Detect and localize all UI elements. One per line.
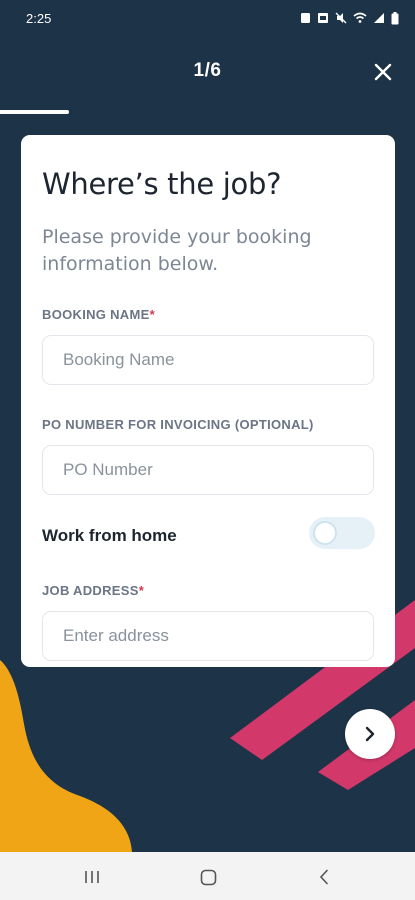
wifi-icon (353, 12, 367, 23)
signal-icon (374, 13, 384, 23)
home-icon (200, 869, 216, 885)
booking-name-input[interactable] (42, 335, 374, 385)
required-mark: * (149, 307, 155, 322)
sim-icon (301, 13, 310, 23)
progress-bar (0, 110, 415, 114)
job-address-input[interactable] (42, 611, 374, 661)
required-mark: * (138, 583, 145, 598)
battery-icon (391, 11, 399, 24)
booking-form-card: Where’s the job? Please provide your boo… (21, 135, 395, 667)
system-nav-bar (0, 852, 415, 900)
work-from-home-toggle[interactable] (309, 517, 375, 549)
step-indicator: 1/6 (193, 60, 222, 81)
booking-name-label-text: BOOKING NAME (42, 307, 150, 322)
photo-notification-icon (318, 13, 328, 23)
toggle-knob (313, 521, 337, 545)
po-number-input[interactable] (42, 445, 374, 495)
job-address-label-text: JOB ADDRESS (42, 583, 139, 598)
job-address-label: JOB ADDRESS* (42, 583, 144, 598)
mute-icon (335, 12, 347, 24)
page-subtitle: Please provide your booking information … (42, 226, 312, 275)
close-icon (374, 63, 392, 81)
recent-apps-button[interactable] (77, 864, 107, 890)
progress-bar-fill (0, 110, 70, 114)
work-from-home-label: Work from home (42, 526, 177, 545)
wizard-header: 1/6 (0, 48, 415, 96)
page-title: Where’s the job? (42, 167, 282, 201)
booking-name-label: BOOKING NAME* (42, 307, 155, 322)
back-button[interactable] (309, 864, 339, 890)
home-button[interactable] (193, 864, 223, 890)
back-icon (319, 869, 328, 885)
po-number-label-text: PO NUMBER FOR INVOICING (OPTIONAL) (42, 417, 314, 432)
po-number-label: PO NUMBER FOR INVOICING (OPTIONAL) (42, 417, 314, 432)
status-icons (300, 11, 399, 25)
close-button[interactable] (369, 58, 397, 86)
status-time: 2:25 (26, 10, 52, 26)
status-bar: 2:25 (0, 0, 415, 36)
yellow-blob-shape (0, 660, 132, 852)
recent-apps-icon (85, 871, 99, 883)
chevron-right-icon (365, 726, 375, 742)
next-button[interactable] (345, 709, 395, 759)
